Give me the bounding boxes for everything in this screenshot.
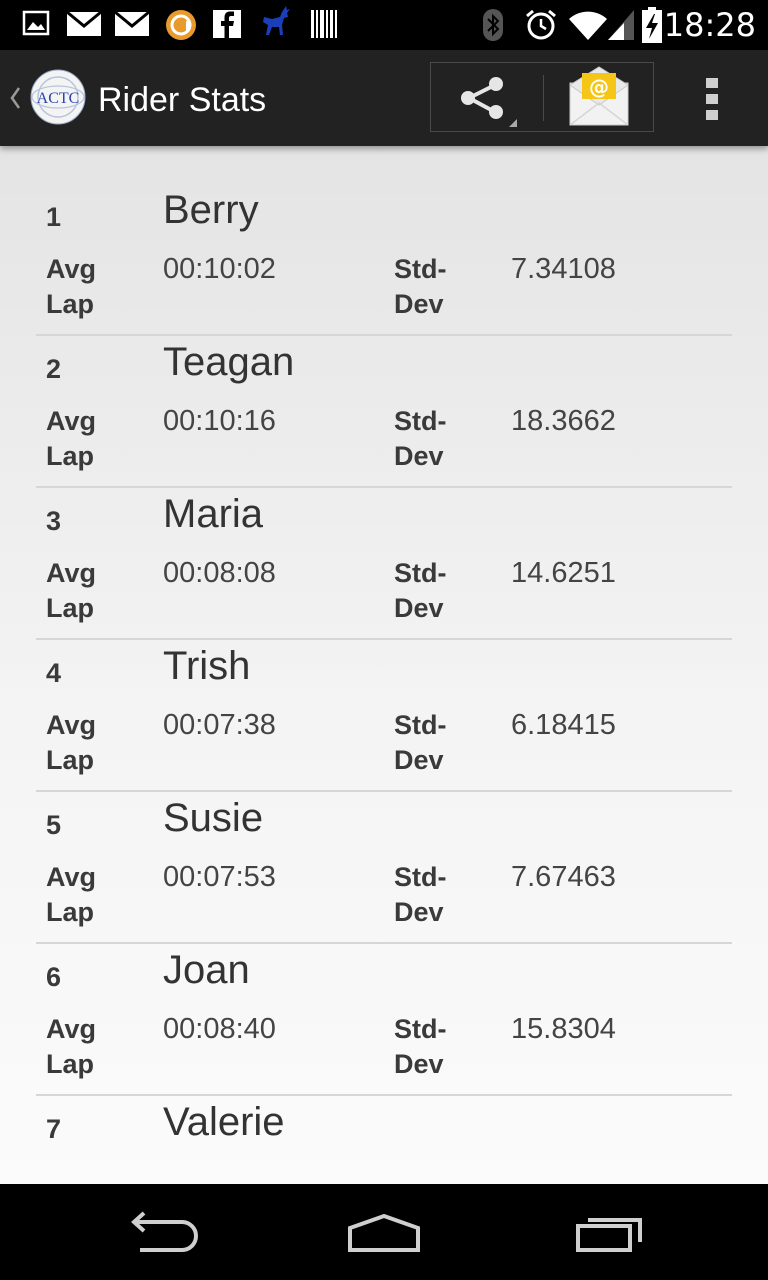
svg-text:@: @ (589, 75, 609, 99)
rider-name: Teagan (163, 340, 295, 384)
avg-lap-label: Avg Lap (46, 406, 97, 471)
status-clock: 18:28 (663, 6, 756, 44)
rider-row[interactable]: 3 Maria Avg Lap 00:08:08 Std- Dev 14.6251 (36, 488, 732, 640)
rider-row[interactable]: 1 Berry Avg Lap 00:10:02 Std- Dev 7.34108 (36, 184, 732, 336)
std-dev-value: 7.34108 (511, 253, 616, 285)
avg-lap-label: Avg Lap (46, 558, 97, 623)
gmail-icon (66, 10, 102, 36)
avg-lap-value: 00:07:38 (163, 709, 276, 741)
rider-rank: 6 (46, 962, 62, 992)
screen: 18:28 ACTC Rider Stats @ 1 Berry Avg Lap… (0, 0, 768, 1280)
wifi-icon (569, 11, 607, 40)
app-logo[interactable]: ACTC (30, 69, 86, 125)
rider-name: Valerie (163, 1100, 285, 1144)
content: 1 Berry Avg Lap 00:10:02 Std- Dev 7.34108 … (0, 146, 768, 1184)
status-bar: 18:28 (0, 0, 768, 50)
logo-text: ACTC (37, 90, 80, 107)
avg-lap-label: Avg Lap (46, 862, 97, 927)
rider-name: Trish (163, 644, 251, 688)
share-button[interactable] (431, 63, 543, 131)
rider-name: Maria (163, 492, 264, 536)
rider-row[interactable]: 6 Joan Avg Lap 00:08:40 Std- Dev 15.8304 (36, 944, 732, 1096)
recent-apps-icon (576, 1218, 642, 1252)
rider-list: 1 Berry Avg Lap 00:10:02 Std- Dev 7.34108 … (36, 184, 732, 1184)
avg-lap-value: 00:07:53 (163, 861, 276, 893)
facebook-icon (213, 10, 241, 38)
gmail-icon (114, 10, 150, 36)
avg-lap-label: Avg Lap (46, 1014, 97, 1079)
overflow-dot (706, 94, 718, 104)
std-dev-label: Std- Dev (394, 254, 447, 319)
bluetooth-icon (483, 9, 503, 41)
email-button[interactable]: @ (544, 63, 654, 131)
avg-lap-value: 00:08:40 (163, 1013, 276, 1045)
rider-row[interactable]: 7 Valerie (36, 1096, 732, 1184)
action-group: @ (430, 62, 654, 132)
std-dev-value: 18.3662 (511, 405, 616, 437)
rider-row[interactable]: 4 Trish Avg Lap 00:07:38 Std- Dev 6.18415 (36, 640, 732, 792)
avg-lap-value: 00:10:02 (163, 253, 276, 285)
overflow-dot (706, 78, 718, 88)
email-icon: @ (569, 66, 629, 126)
circle-app-icon (166, 10, 196, 40)
up-chevron-icon[interactable] (8, 84, 22, 112)
rider-rank: 5 (46, 810, 62, 840)
back-icon (131, 1211, 198, 1252)
rider-row[interactable]: 5 Susie Avg Lap 00:07:53 Std- Dev 7.67463 (36, 792, 732, 944)
rider-rank: 7 (46, 1114, 62, 1144)
std-dev-label: Std- Dev (394, 710, 447, 775)
std-dev-label: Std- Dev (394, 1014, 447, 1079)
rider-row[interactable]: 2 Teagan Avg Lap 00:10:16 Std- Dev 18.3662 (36, 336, 732, 488)
alarm-icon (526, 9, 556, 40)
std-dev-value: 7.67463 (511, 861, 616, 893)
navigation-bar (0, 1184, 768, 1280)
std-dev-label: Std- Dev (394, 862, 447, 927)
rider-rank: 4 (46, 658, 62, 688)
recent-apps-button[interactable] (540, 1198, 680, 1266)
avg-lap-value: 00:08:08 (163, 557, 276, 589)
share-icon (461, 77, 517, 127)
overflow-menu-button[interactable] (688, 62, 736, 134)
std-dev-value: 15.8304 (511, 1013, 616, 1045)
std-dev-label: Std- Dev (394, 558, 447, 623)
action-bar: ACTC Rider Stats @ (0, 50, 768, 146)
page-title: Rider Stats (98, 81, 267, 119)
std-dev-label: Std- Dev (394, 406, 447, 471)
barcode-icon (311, 10, 337, 38)
rider-name: Susie (163, 796, 264, 840)
deer-icon (263, 6, 290, 35)
battery-charging-icon (642, 7, 662, 43)
rider-name: Joan (163, 948, 250, 992)
rider-name: Berry (163, 188, 259, 232)
overflow-dot (706, 110, 718, 120)
std-dev-value: 14.6251 (511, 557, 616, 589)
home-icon (348, 1213, 420, 1252)
avg-lap-label: Avg Lap (46, 710, 97, 775)
avg-lap-label: Avg Lap (46, 254, 97, 319)
back-button[interactable] (90, 1198, 230, 1266)
home-button[interactable] (314, 1198, 454, 1266)
image-icon (22, 10, 50, 36)
rider-rank: 2 (46, 354, 62, 384)
rider-rank: 3 (46, 506, 62, 536)
signal-icon (608, 10, 634, 40)
avg-lap-value: 00:10:16 (163, 405, 276, 437)
std-dev-value: 6.18415 (511, 709, 616, 741)
rider-rank: 1 (46, 202, 62, 232)
